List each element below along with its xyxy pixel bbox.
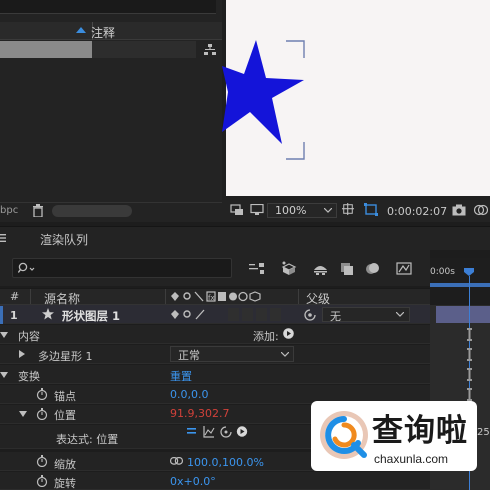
trash-icon[interactable] bbox=[32, 204, 44, 217]
expand-triangle-icon[interactable] bbox=[0, 372, 8, 378]
work-area-bar[interactable] bbox=[430, 283, 490, 287]
ruler-start-time: 0:00s bbox=[430, 267, 455, 277]
layer-duration-bar[interactable] bbox=[436, 306, 490, 323]
stopwatch-icon[interactable] bbox=[36, 455, 48, 467]
svg-text:fx: fx bbox=[208, 294, 215, 302]
project-item-row[interactable] bbox=[0, 41, 92, 58]
comment-column-label[interactable]: 注释 bbox=[91, 24, 115, 41]
transform-label: 变换 bbox=[18, 370, 40, 383]
channel-icon[interactable] bbox=[474, 204, 488, 216]
transparency-grid-icon[interactable] bbox=[363, 202, 379, 217]
shy-layers-icon[interactable] bbox=[312, 261, 329, 276]
chevron-down-icon bbox=[281, 352, 289, 357]
rotation-value[interactable]: 0x+0.0° bbox=[170, 475, 216, 488]
scale-value[interactable]: 100.0,100.0% bbox=[187, 456, 264, 469]
bit-depth-label[interactable]: bpc bbox=[0, 205, 18, 216]
stopwatch-icon[interactable] bbox=[36, 388, 48, 400]
flowchart-icon[interactable] bbox=[204, 44, 216, 56]
search-icon bbox=[18, 262, 35, 273]
anchor-value[interactable]: 0.0,0.0 bbox=[170, 388, 208, 401]
index-column-label: # bbox=[10, 290, 20, 303]
contents-label: 内容 bbox=[18, 330, 40, 343]
camera-snapshot-icon[interactable] bbox=[452, 204, 466, 216]
reset-link[interactable]: 重置 bbox=[170, 368, 192, 384]
add-label: 添加: bbox=[253, 330, 279, 343]
tab-render-queue[interactable]: 渲染队列 bbox=[40, 231, 88, 248]
rotation-label: 旋转 bbox=[54, 477, 76, 490]
graph-editor-icon[interactable] bbox=[396, 261, 413, 276]
anchor-label: 锚点 bbox=[54, 390, 76, 403]
composition-flowchart-icon[interactable] bbox=[248, 261, 265, 276]
watermark-url: chaxunla.com bbox=[374, 452, 449, 466]
horizontal-scrollbar[interactable] bbox=[52, 205, 132, 217]
switch-cell[interactable] bbox=[228, 308, 239, 321]
project-item-row-comment[interactable] bbox=[92, 41, 196, 58]
add-menu-icon[interactable] bbox=[283, 328, 294, 339]
monitor-icon[interactable] bbox=[250, 204, 264, 216]
layer-switches[interactable] bbox=[170, 309, 212, 320]
parent-select-value: 无 bbox=[330, 310, 341, 323]
switch-cell[interactable] bbox=[270, 308, 281, 321]
column-divider[interactable] bbox=[298, 289, 299, 304]
playhead-handle[interactable] bbox=[464, 268, 474, 276]
frame-blending-icon[interactable] bbox=[339, 261, 356, 276]
project-top-strip bbox=[0, 0, 216, 14]
track-value-readout: 250 bbox=[477, 427, 490, 438]
keyframe-marker-icon[interactable] bbox=[467, 328, 472, 341]
fit-frame-icon[interactable] bbox=[341, 203, 355, 215]
blend-mode-value: 正常 bbox=[178, 349, 200, 362]
expression-label: 表达式: 位置 bbox=[56, 433, 119, 446]
switch-cell[interactable] bbox=[242, 308, 253, 321]
column-divider[interactable] bbox=[30, 289, 31, 304]
always-preview-icon[interactable] bbox=[230, 204, 244, 216]
layer-label-color[interactable] bbox=[0, 306, 3, 324]
chevron-down-icon bbox=[324, 208, 332, 213]
keyframe-marker-icon[interactable] bbox=[467, 368, 472, 381]
draft-3d-icon[interactable] bbox=[280, 261, 297, 276]
keyframe-marker-icon[interactable] bbox=[467, 388, 472, 401]
stopwatch-icon[interactable] bbox=[36, 408, 48, 420]
sort-up-icon[interactable] bbox=[76, 27, 86, 33]
chevron-down-icon bbox=[396, 312, 404, 317]
expression-controls[interactable] bbox=[186, 425, 248, 438]
pick-whip-icon[interactable] bbox=[304, 309, 316, 321]
scale-label: 缩放 bbox=[54, 458, 76, 471]
layer-search-input[interactable] bbox=[12, 258, 232, 278]
position-label: 位置 bbox=[54, 409, 76, 422]
switch-cell[interactable] bbox=[256, 308, 267, 321]
link-icon[interactable] bbox=[170, 457, 183, 465]
layer-bounding-box[interactable] bbox=[284, 40, 306, 160]
position-value[interactable]: 91.9,302.7 bbox=[170, 407, 229, 420]
keyframe-marker-icon[interactable] bbox=[467, 348, 472, 361]
polystar-label[interactable]: 多边星形 1 bbox=[38, 348, 93, 364]
property-group-row[interactable] bbox=[0, 325, 430, 344]
motion-blur-icon[interactable] bbox=[364, 261, 381, 276]
current-time-display[interactable]: 0:00:02:07 bbox=[387, 205, 447, 218]
expand-triangle-icon[interactable] bbox=[0, 332, 8, 338]
stopwatch-icon[interactable] bbox=[36, 475, 48, 487]
watermark-logo-icon bbox=[320, 411, 368, 459]
property-group-row[interactable] bbox=[0, 365, 430, 384]
panel-menu-icon[interactable] bbox=[0, 234, 6, 242]
column-divider[interactable] bbox=[165, 289, 166, 304]
expand-triangle-icon[interactable] bbox=[19, 350, 25, 358]
switches-header-icons: fx bbox=[171, 291, 261, 302]
layer-index: 1 bbox=[10, 309, 18, 322]
layer-name[interactable]: 形状图层 1 bbox=[62, 308, 120, 324]
watermark-text: 查询啦 bbox=[372, 413, 468, 449]
expand-triangle-icon[interactable] bbox=[19, 411, 27, 417]
shape-layer-star-icon bbox=[42, 308, 54, 320]
